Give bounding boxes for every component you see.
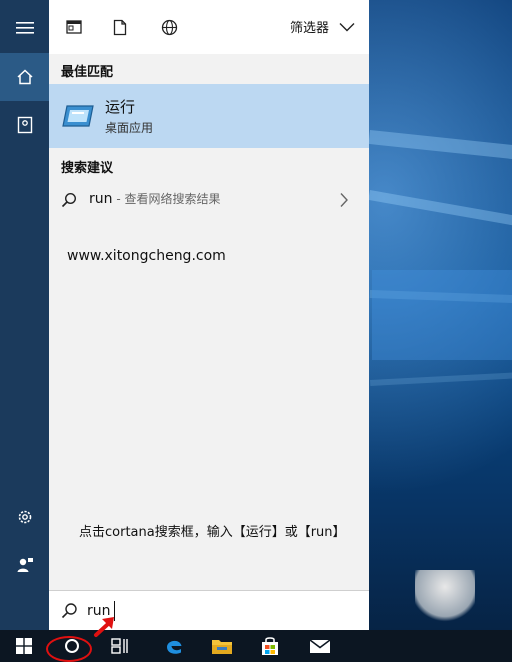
document-icon [113,19,127,35]
notebook-button[interactable] [0,101,49,149]
run-app-icon [62,105,94,127]
settings-button[interactable] [0,493,49,541]
mail-icon [309,639,331,653]
chevron-down-icon [339,22,355,31]
best-match-title: 运行 [105,98,136,116]
filter-label: 筛选器 [289,21,329,36]
task-view-icon [111,638,128,654]
search-input[interactable] [87,600,347,622]
wallpaper-logo-window [372,270,512,360]
suggestion-query: run [89,191,113,207]
watermark-text: www.xitongcheng.com [67,248,226,264]
cortana-highlight-ring [46,636,92,662]
documents-filter-button[interactable] [109,16,131,38]
home-button[interactable] [0,53,49,101]
file-explorer-button[interactable] [198,630,246,662]
mail-button[interactable] [296,630,344,662]
start-menu-rail [0,0,49,630]
search-icon [61,192,77,208]
globe-icon [161,19,177,35]
search-panel: 筛选器 最佳匹配 运行 桌面应用 搜索建议 run - 查看网络搜索结果 www… [49,0,369,631]
edge-browser-button[interactable] [150,630,198,662]
apps-filter-button[interactable] [63,16,85,38]
filter-dropdown[interactable]: 筛选器 [290,17,355,36]
chevron-right-icon[interactable] [339,192,349,208]
file-explorer-icon [212,640,232,654]
start-button[interactable] [0,630,48,662]
best-match-header: 最佳匹配 [61,65,114,80]
app-view-icon [66,20,82,34]
web-filter-button[interactable] [158,16,180,38]
suggestions-header: 搜索建议 [61,161,114,176]
suggestion-hint: - 查看网络搜索结果 [112,192,221,206]
best-match-subtitle: 桌面应用 [105,121,154,135]
home-icon [16,69,33,85]
search-icon [61,603,77,619]
store-icon [262,637,278,655]
gear-icon [18,510,31,524]
suggestion-text: run - 查看网络搜索结果 [89,190,220,207]
store-button[interactable] [246,630,294,662]
feedback-button[interactable] [0,541,49,589]
red-arrow-icon [94,617,114,637]
best-match-result[interactable]: 运行 桌面应用 [49,84,369,148]
edge-icon [167,640,182,654]
search-toolbar: 筛选器 [49,0,369,54]
instruction-annotation: 点击cortana搜索框，输入【运行】或【run】 [79,525,346,540]
desktop-figure [415,570,475,626]
windows-start-icon [16,638,32,654]
user-icon [17,558,33,572]
hamburger-icon [15,22,34,34]
notebook-icon [17,116,32,134]
expand-menu-button[interactable] [0,4,49,52]
web-suggestion-item[interactable]: run - 查看网络搜索结果 [49,182,369,218]
